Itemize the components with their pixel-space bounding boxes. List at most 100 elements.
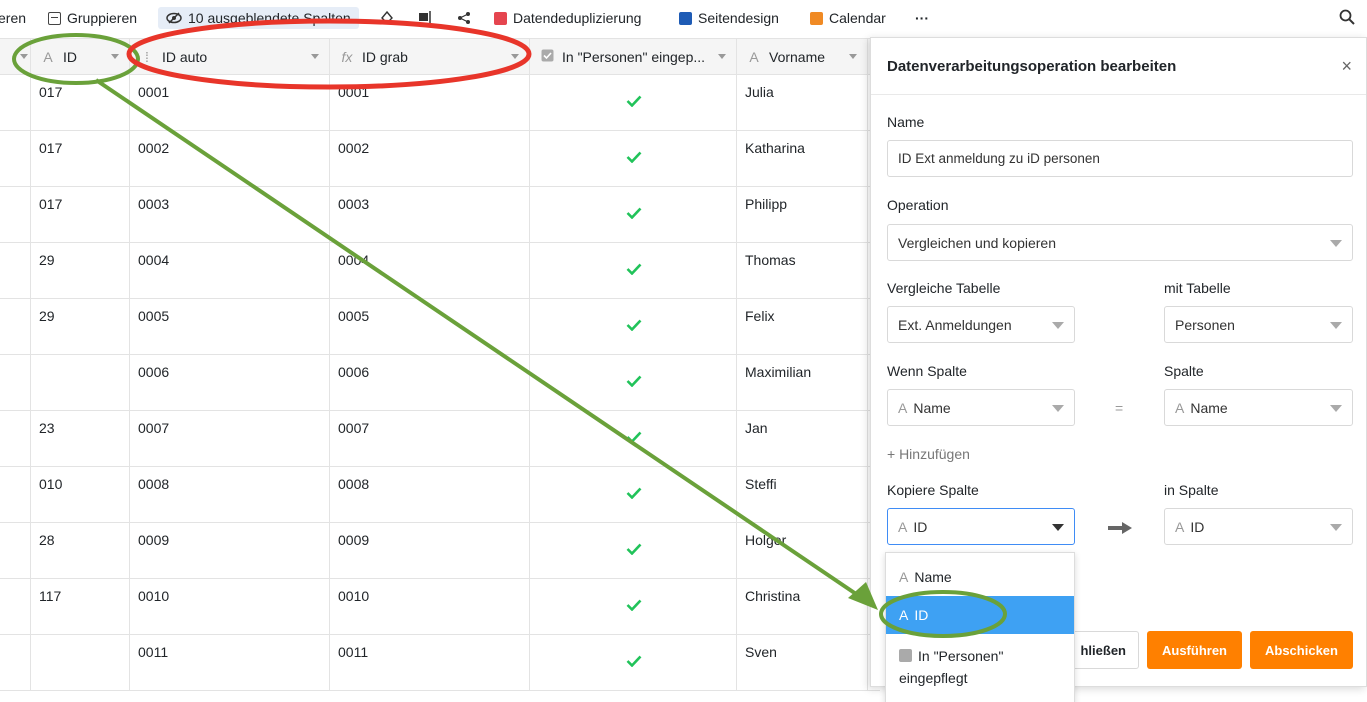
- cell-id[interactable]: [31, 355, 130, 411]
- header-prev-column[interactable]: [0, 39, 31, 75]
- cell-auto[interactable]: 0004: [130, 243, 330, 299]
- cell-vorname[interactable]: Sven: [737, 635, 868, 691]
- page-design-plugin-button[interactable]: Seitendesign: [679, 7, 779, 29]
- cell-id[interactable]: 117: [31, 579, 130, 635]
- table-row[interactable]: 017 0002 0002 Katharina: [0, 131, 880, 187]
- header-id-grab[interactable]: fx ID grab: [330, 39, 530, 75]
- cell-auto[interactable]: 0009: [130, 523, 330, 579]
- operation-select[interactable]: Vergleichen und kopieren: [887, 224, 1353, 261]
- cell-prev[interactable]: [0, 75, 31, 131]
- cell-auto[interactable]: 0010: [130, 579, 330, 635]
- checkbox-cell[interactable]: [530, 355, 737, 411]
- add-condition-button[interactable]: + Hinzufügen: [887, 446, 970, 462]
- dedup-plugin-button[interactable]: Datendeduplizierung: [494, 7, 641, 29]
- cell-prev[interactable]: [0, 635, 31, 691]
- close-icon[interactable]: ×: [1341, 56, 1352, 77]
- cell-auto[interactable]: 0003: [130, 187, 330, 243]
- name-input[interactable]: ID Ext anmeldung zu iD personen: [887, 140, 1353, 177]
- table-row[interactable]: 28 0009 0009 Holger: [0, 523, 880, 579]
- cell-grab[interactable]: 0011: [330, 635, 530, 691]
- cell-prev[interactable]: [0, 467, 31, 523]
- group-button[interactable]: Gruppieren: [48, 7, 137, 29]
- cell-id[interactable]: [31, 635, 130, 691]
- checkbox-cell[interactable]: [530, 131, 737, 187]
- cell-grab[interactable]: 0006: [330, 355, 530, 411]
- search-icon[interactable]: [1339, 9, 1355, 25]
- share-button[interactable]: [457, 7, 471, 29]
- checkbox-cell[interactable]: [530, 579, 737, 635]
- cell-vorname[interactable]: Julia: [737, 75, 868, 131]
- checkbox-cell[interactable]: [530, 187, 737, 243]
- checkbox-cell[interactable]: [530, 75, 737, 131]
- cell-grab[interactable]: 0007: [330, 411, 530, 467]
- table-row[interactable]: 017 0001 0001 Julia: [0, 75, 880, 131]
- cell-id[interactable]: 017: [31, 187, 130, 243]
- table-row[interactable]: 017 0003 0003 Philipp: [0, 187, 880, 243]
- with-table-select[interactable]: Personen: [1164, 306, 1353, 343]
- cell-auto[interactable]: 0005: [130, 299, 330, 355]
- cell-id[interactable]: 29: [31, 299, 130, 355]
- table-row[interactable]: 117 0010 0010 Christina: [0, 579, 880, 635]
- copy-column-select[interactable]: A ID: [887, 508, 1075, 545]
- submit-button[interactable]: Abschicken: [1250, 631, 1353, 669]
- cell-prev[interactable]: [0, 411, 31, 467]
- cell-prev[interactable]: [0, 579, 31, 635]
- cell-grab[interactable]: 0003: [330, 187, 530, 243]
- cell-auto[interactable]: 0002: [130, 131, 330, 187]
- checkbox-cell[interactable]: [530, 243, 737, 299]
- cell-prev[interactable]: [0, 355, 31, 411]
- header-vorname[interactable]: A Vorname: [737, 39, 868, 75]
- cell-id[interactable]: 29: [31, 243, 130, 299]
- if-column-select[interactable]: A Name: [887, 389, 1075, 426]
- row-height-button[interactable]: [418, 7, 432, 29]
- checkbox-cell[interactable]: [530, 467, 737, 523]
- cell-vorname[interactable]: Maximilian: [737, 355, 868, 411]
- cell-prev[interactable]: [0, 523, 31, 579]
- cell-id[interactable]: 017: [31, 75, 130, 131]
- cell-grab[interactable]: 0009: [330, 523, 530, 579]
- cell-id[interactable]: 017: [31, 131, 130, 187]
- table-row[interactable]: 0011 0011 Sven: [0, 635, 880, 691]
- run-button[interactable]: Ausführen: [1147, 631, 1242, 669]
- table-row[interactable]: 010 0008 0008 Steffi: [0, 467, 880, 523]
- checkbox-cell[interactable]: [530, 635, 737, 691]
- table-row[interactable]: 29 0004 0004 Thomas: [0, 243, 880, 299]
- in-column-select[interactable]: A ID: [1164, 508, 1353, 545]
- cell-id[interactable]: 28: [31, 523, 130, 579]
- cell-auto[interactable]: 0006: [130, 355, 330, 411]
- cell-prev[interactable]: [0, 299, 31, 355]
- header-id[interactable]: A ID: [31, 39, 130, 75]
- compare-table-select[interactable]: Ext. Anmeldungen: [887, 306, 1075, 343]
- column-select[interactable]: A Name: [1164, 389, 1353, 426]
- cell-vorname[interactable]: Christina: [737, 579, 868, 635]
- cell-prev[interactable]: [0, 243, 31, 299]
- color-rule-button[interactable]: [380, 7, 394, 29]
- table-row[interactable]: 23 0007 0007 Jan: [0, 411, 880, 467]
- checkbox-cell[interactable]: [530, 299, 737, 355]
- cell-vorname[interactable]: Felix: [737, 299, 868, 355]
- cell-auto[interactable]: 0008: [130, 467, 330, 523]
- more-button[interactable]: ···: [915, 7, 929, 29]
- cell-vorname[interactable]: Steffi: [737, 467, 868, 523]
- toolbar-partial-item[interactable]: eren: [0, 7, 26, 29]
- cell-grab[interactable]: 0001: [330, 75, 530, 131]
- table-row[interactable]: 0006 0006 Maximilian: [0, 355, 880, 411]
- header-in-personen[interactable]: In "Personen" eingep...: [530, 39, 737, 75]
- header-id-auto[interactable]: ⁞ ID auto: [130, 39, 330, 75]
- calendar-plugin-button[interactable]: Calendar: [810, 7, 886, 29]
- checkbox-cell[interactable]: [530, 411, 737, 467]
- cell-vorname[interactable]: Thomas: [737, 243, 868, 299]
- cell-vorname[interactable]: Jan: [737, 411, 868, 467]
- cell-auto[interactable]: 0011: [130, 635, 330, 691]
- checkbox-cell[interactable]: [530, 523, 737, 579]
- cell-grab[interactable]: 0010: [330, 579, 530, 635]
- cell-auto[interactable]: 0007: [130, 411, 330, 467]
- table-row[interactable]: 29 0005 0005 Felix: [0, 299, 880, 355]
- cell-grab[interactable]: 0008: [330, 467, 530, 523]
- cell-grab[interactable]: 0005: [330, 299, 530, 355]
- cell-id[interactable]: 010: [31, 467, 130, 523]
- cell-auto[interactable]: 0001: [130, 75, 330, 131]
- cell-vorname[interactable]: Katharina: [737, 131, 868, 187]
- hidden-columns-button[interactable]: 10 ausgeblendete Spalten: [158, 7, 359, 29]
- cell-grab[interactable]: 0004: [330, 243, 530, 299]
